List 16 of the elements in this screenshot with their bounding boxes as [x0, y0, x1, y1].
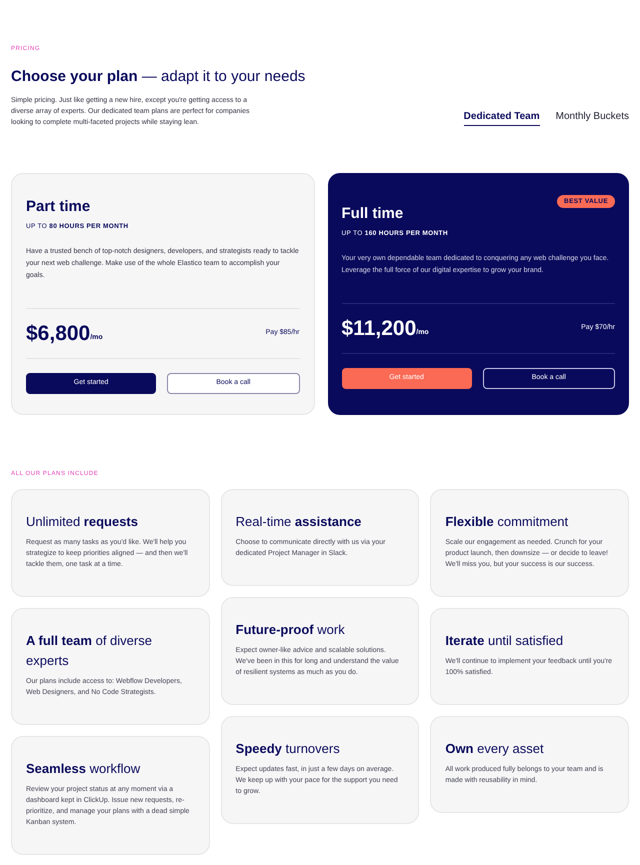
- feature-title: Own every asset: [445, 740, 545, 758]
- page-heading: Choose your plan — adapt it to your needs: [11, 67, 306, 87]
- plan-tab[interactable]: Dedicated Team: [464, 108, 540, 126]
- feature-title: Future-proof work: [236, 620, 346, 639]
- feature-title: A full team of diverse experts: [26, 632, 153, 670]
- feature-title: Real-time assistance: [236, 512, 362, 531]
- feature-title: Iterate until satisfied: [445, 632, 564, 650]
- plan-name: Part time: [26, 196, 90, 216]
- plan-price: $11,200: [342, 318, 416, 339]
- plan-tab[interactable]: Monthly Buckets: [556, 108, 629, 126]
- feature-title: Speedy turnovers: [236, 740, 341, 758]
- feature-title: Unlimited requests: [26, 512, 139, 531]
- plan-price: $6,800: [26, 322, 90, 344]
- plan-name: Full time: [342, 204, 404, 224]
- feature-title: Flexible commitment: [445, 512, 570, 531]
- feature-title: Seamless workflow: [26, 760, 142, 778]
